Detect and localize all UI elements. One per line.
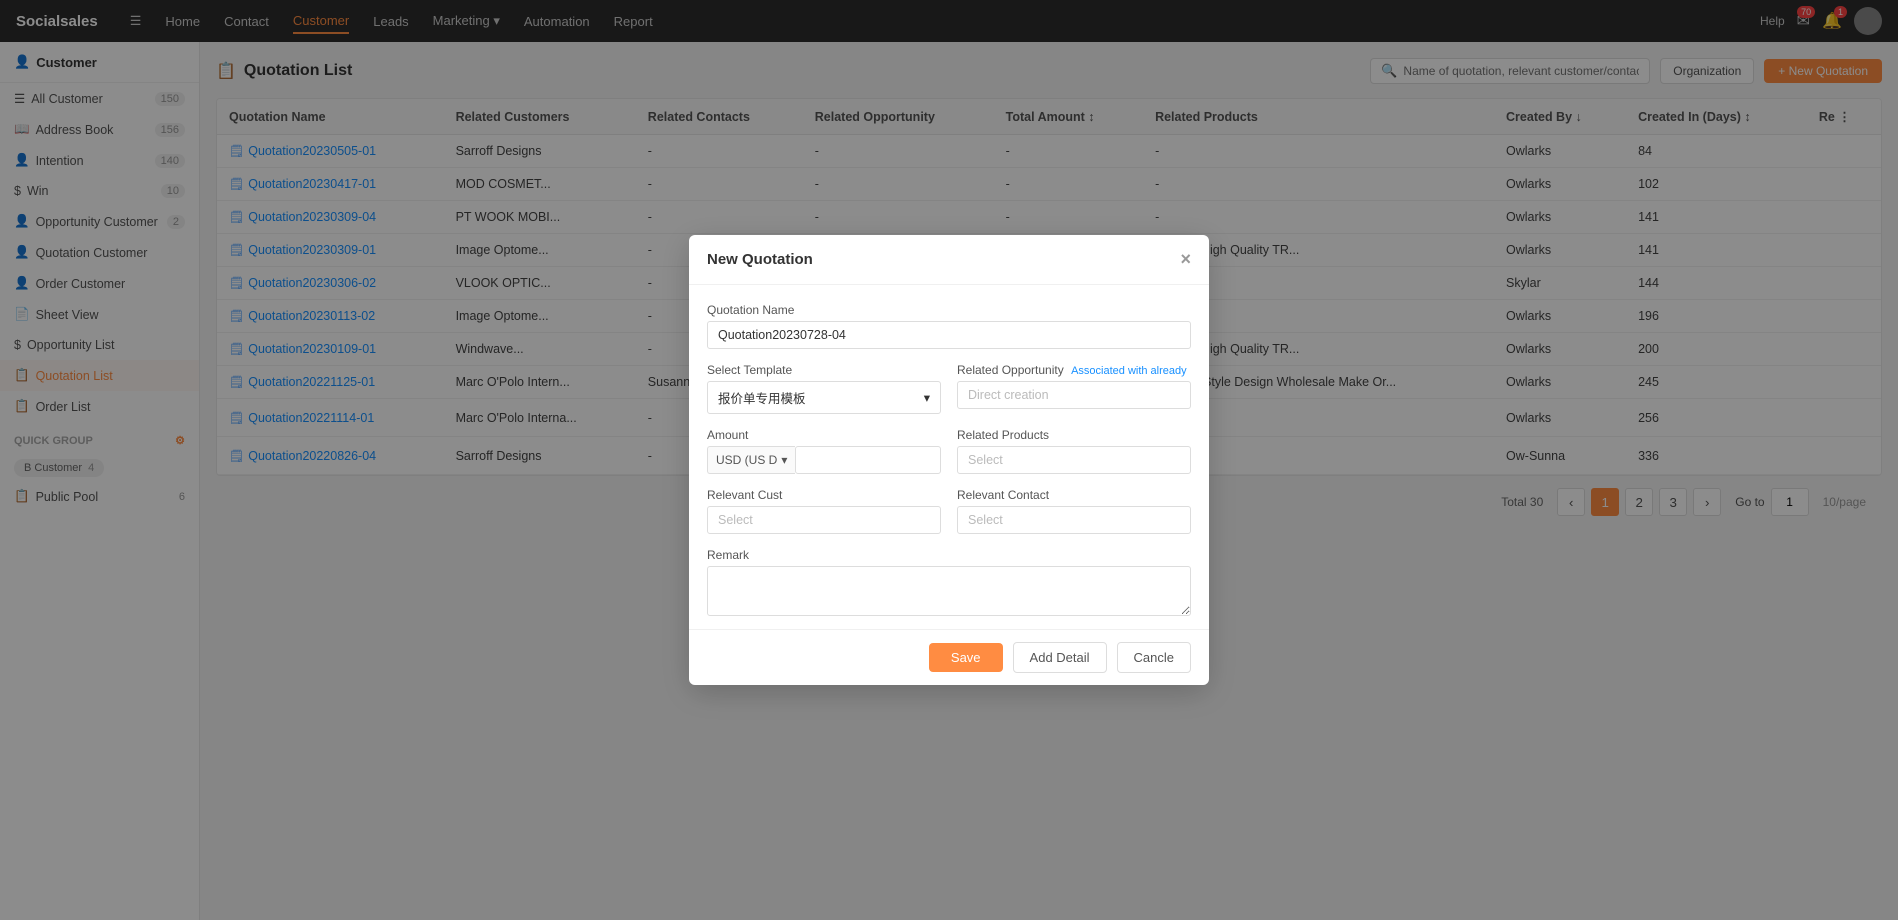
- chevron-down-icon: ▾: [924, 390, 930, 405]
- select-template-value: 报价单专用模板: [718, 388, 806, 407]
- currency-chevron-icon: ▾: [781, 453, 787, 467]
- select-template-field: Select Template 报价单专用模板 ▾: [707, 363, 941, 414]
- relevant-contact-label: Relevant Contact: [957, 488, 1191, 502]
- modal-header: New Quotation ×: [689, 235, 1209, 285]
- quotation-name-input[interactable]: [707, 321, 1191, 349]
- related-opportunity-field: Related Opportunity Associated with alre…: [957, 363, 1191, 414]
- save-button[interactable]: Save: [929, 643, 1003, 672]
- modal-overlay[interactable]: New Quotation × Quotation Name Select Te…: [0, 0, 1898, 920]
- add-detail-button[interactable]: Add Detail: [1013, 642, 1107, 673]
- quotation-name-label: Quotation Name: [707, 303, 1191, 317]
- currency-value: USD (US D: [716, 453, 777, 467]
- related-products-select[interactable]: Select: [957, 446, 1191, 474]
- modal-row-4: Relevant Cust Select Relevant Contact Se…: [707, 488, 1191, 534]
- amount-field: Amount USD (US D ▾: [707, 428, 941, 474]
- cancel-button[interactable]: Cancle: [1117, 642, 1191, 673]
- relevant-contact-select[interactable]: Select: [957, 506, 1191, 534]
- modal-body: Quotation Name Select Template 报价单专用模板 ▾…: [689, 285, 1209, 629]
- related-opp-value: Direct creation: [957, 381, 1191, 409]
- amount-input[interactable]: [795, 446, 941, 474]
- new-quotation-modal: New Quotation × Quotation Name Select Te…: [689, 235, 1209, 685]
- remark-input[interactable]: [707, 566, 1191, 616]
- modal-footer: Save Add Detail Cancle: [689, 629, 1209, 685]
- relevant-cust-select[interactable]: Select: [707, 506, 941, 534]
- modal-row-2: Select Template 报价单专用模板 ▾ Related Opport…: [707, 363, 1191, 414]
- remark-row: Remark: [707, 548, 1191, 619]
- related-products-field: Related Products Select: [957, 428, 1191, 474]
- modal-row-3: Amount USD (US D ▾ Related Products Sele…: [707, 428, 1191, 474]
- related-opp-label: Related Opportunity Associated with alre…: [957, 363, 1191, 377]
- modal-row-1: Quotation Name: [707, 303, 1191, 349]
- remark-label: Remark: [707, 548, 1191, 562]
- modal-close-button[interactable]: ×: [1180, 249, 1191, 270]
- select-template-dropdown[interactable]: 报价单专用模板 ▾: [707, 381, 941, 414]
- quotation-name-field: Quotation Name: [707, 303, 1191, 349]
- relevant-cust-field: Relevant Cust Select: [707, 488, 941, 534]
- modal-title: New Quotation: [707, 251, 813, 268]
- amount-label: Amount: [707, 428, 941, 442]
- relevant-cust-label: Relevant Cust: [707, 488, 941, 502]
- related-products-label: Related Products: [957, 428, 1191, 442]
- relevant-contact-field: Relevant Contact Select: [957, 488, 1191, 534]
- select-template-label: Select Template: [707, 363, 941, 377]
- currency-selector[interactable]: USD (US D ▾: [707, 446, 795, 474]
- associated-badge: Associated with already: [1071, 365, 1187, 377]
